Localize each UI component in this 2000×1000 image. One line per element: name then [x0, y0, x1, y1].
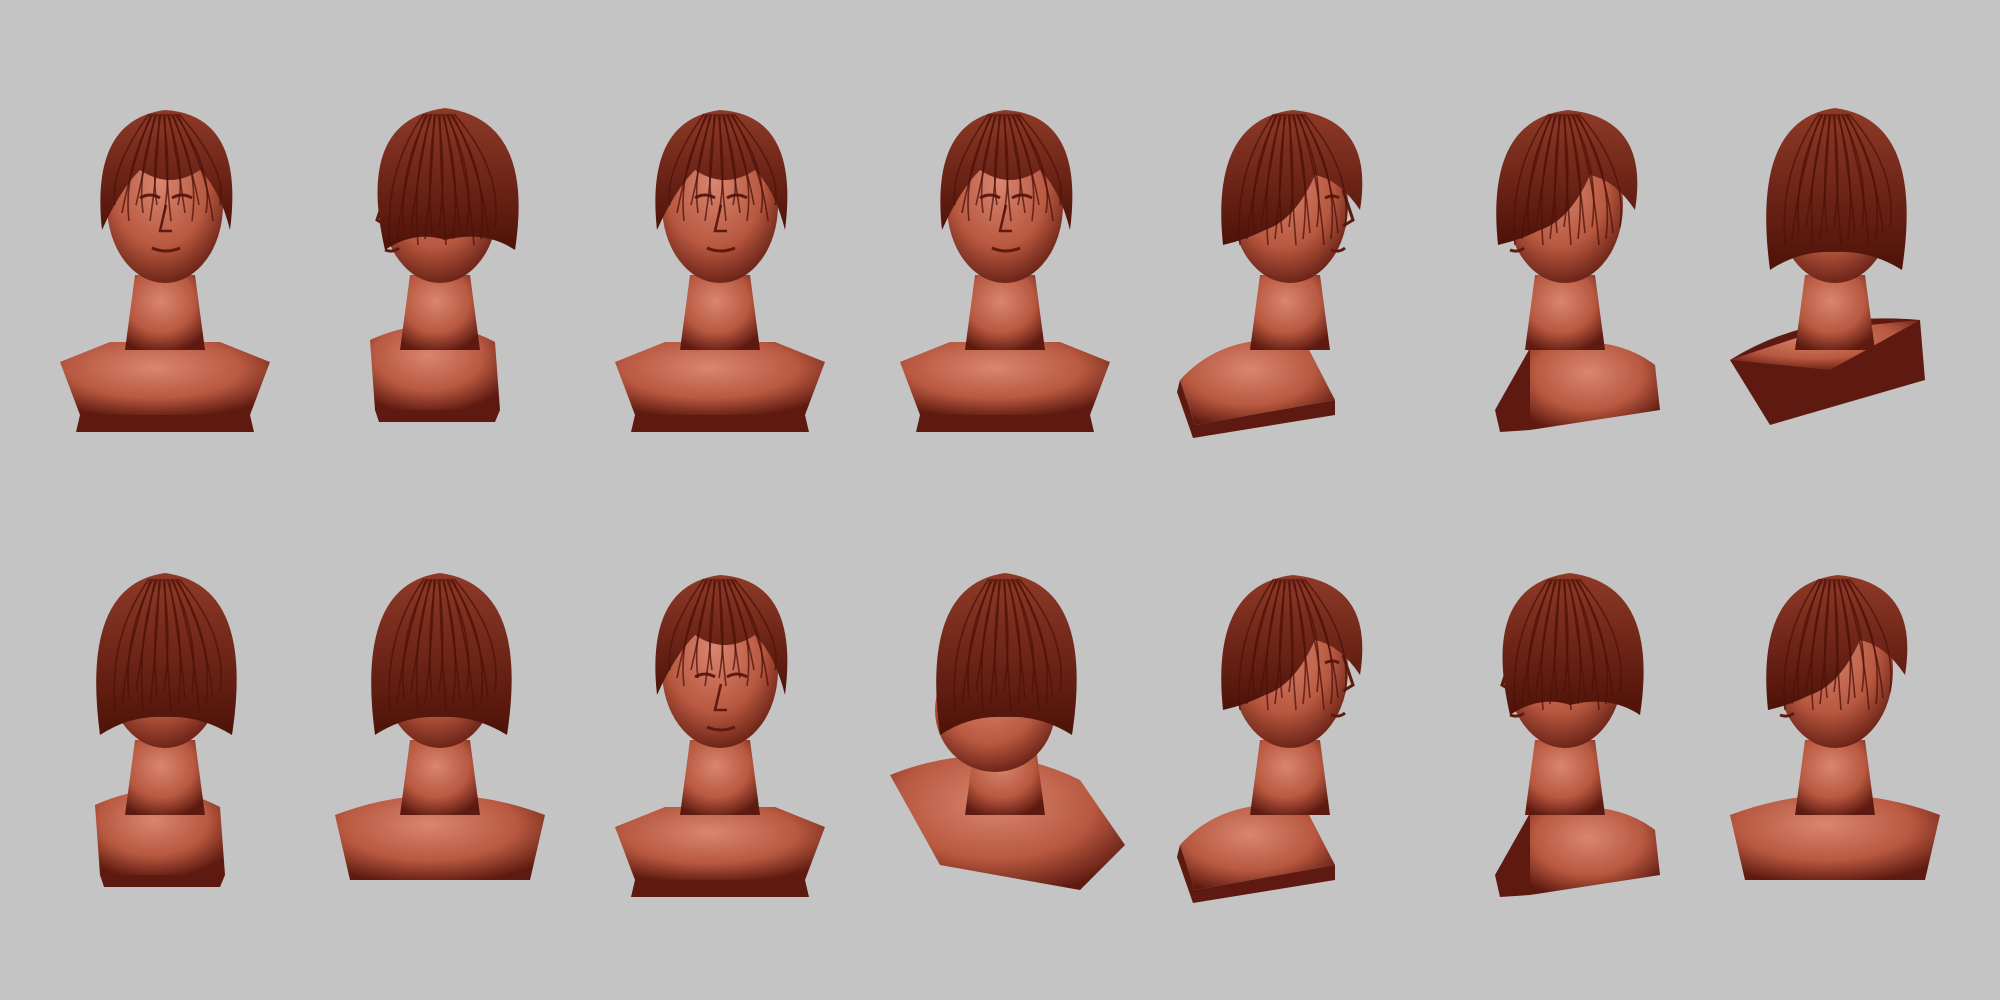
bust-view-front-looking-down	[595, 545, 845, 925]
bust-sculpt	[1495, 573, 1660, 897]
bust-sculpt	[370, 108, 519, 422]
bust-view-right-profile	[1165, 80, 1415, 460]
bust-view-back-three-quarter	[40, 545, 290, 925]
bust-sculpt	[615, 110, 825, 432]
bust-sculpt	[1730, 108, 1925, 425]
bust-view-front-1	[40, 80, 290, 460]
bust-sculpt	[615, 575, 825, 897]
bust-view-top-down	[880, 545, 1130, 925]
bust-sculpt	[1177, 110, 1363, 438]
bust-view-left-profile-back	[1440, 545, 1690, 925]
bust-sculpt	[1177, 575, 1363, 903]
bust-sculpt	[335, 573, 545, 880]
bust-sculpt	[900, 110, 1110, 432]
bust-view-right-side-low	[1165, 545, 1415, 925]
bust-sculpt	[890, 573, 1125, 890]
bust-view-back	[315, 545, 565, 925]
bust-view-back-left-profile	[315, 80, 565, 460]
bust-view-back-right	[1710, 80, 1960, 460]
turnaround-sheet	[0, 0, 2000, 1000]
bust-sculpt	[95, 573, 237, 887]
bust-sculpt	[1495, 110, 1660, 432]
bust-sculpt	[60, 110, 270, 432]
bust-view-front-4	[880, 80, 1130, 460]
bust-view-left-three-quarter	[1440, 80, 1690, 460]
bust-view-left-profile	[1710, 545, 1960, 925]
bust-sculpt	[1730, 575, 1940, 880]
bust-view-front-3	[595, 80, 845, 460]
